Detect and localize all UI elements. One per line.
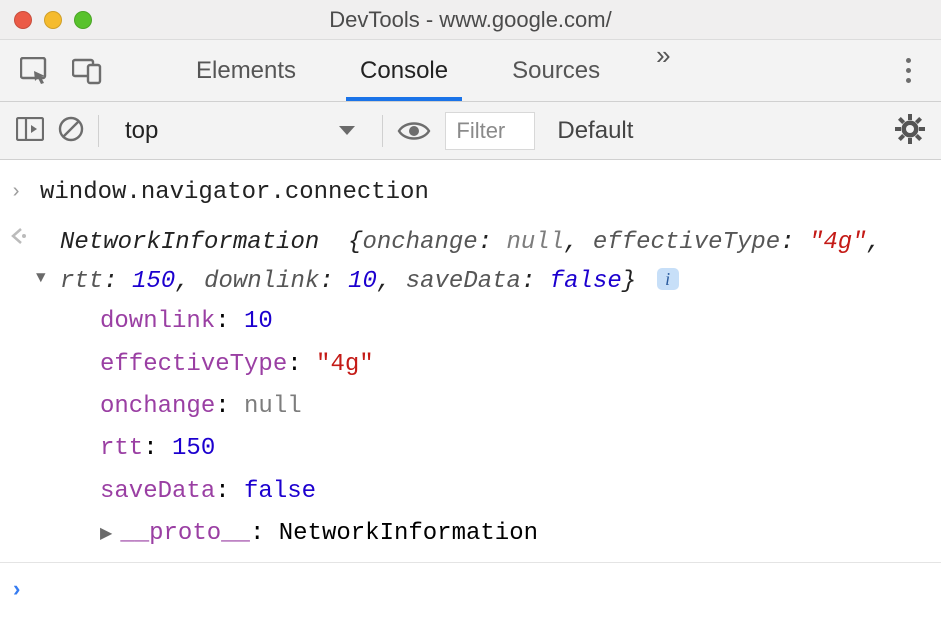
object-properties: downlink: 10 effectiveType: "4g" onchang…	[40, 301, 923, 555]
toolbar-separator	[382, 115, 383, 147]
clear-console-icon[interactable]	[58, 116, 84, 145]
object-property[interactable]: saveData: false	[100, 471, 923, 513]
settings-gear-icon[interactable]	[895, 114, 925, 147]
input-chevron-icon: ›	[10, 174, 40, 209]
object-proto[interactable]: ▶ __proto__: NetworkInformation	[100, 513, 923, 555]
main-tabbar: Elements Console Sources »	[0, 40, 941, 102]
tab-elements[interactable]: Elements	[164, 40, 328, 101]
console-output: › window.navigator.connection ▼ NetworkI…	[0, 160, 941, 618]
log-level-selector[interactable]: Default	[549, 117, 641, 145]
collapse-caret-icon[interactable]: ▶	[100, 522, 112, 548]
sidebar-toggle-icon[interactable]	[16, 117, 44, 144]
maximize-window-button[interactable]	[74, 11, 92, 29]
prompt-chevron-icon: ›	[10, 573, 40, 608]
tab-list: Elements Console Sources »	[164, 40, 695, 101]
chevron-down-icon	[338, 125, 356, 137]
live-expression-icon[interactable]	[397, 120, 431, 142]
window-titlebar: DevTools - www.google.com/	[0, 0, 941, 40]
object-property[interactable]: effectiveType: "4g"	[100, 344, 923, 386]
object-property[interactable]: onchange: null	[100, 386, 923, 428]
console-result[interactable]: ▼ NetworkInformation {onchange: null, ef…	[40, 224, 923, 555]
context-label: top	[125, 117, 158, 145]
object-property[interactable]: downlink: 10	[100, 301, 923, 343]
filter-input[interactable]	[445, 112, 535, 150]
window-controls	[14, 11, 92, 29]
object-property[interactable]: rtt: 150	[100, 428, 923, 470]
menu-kebab-icon[interactable]	[896, 58, 921, 83]
tabs-overflow-button[interactable]: »	[632, 40, 694, 101]
tab-console[interactable]: Console	[328, 40, 480, 101]
console-command[interactable]: window.navigator.connection	[40, 174, 923, 212]
window-title: DevTools - www.google.com/	[329, 7, 611, 33]
object-class-name: NetworkInformation	[60, 229, 319, 256]
minimize-window-button[interactable]	[44, 11, 62, 29]
object-summary[interactable]: ▼ NetworkInformation {onchange: null, ef…	[40, 224, 923, 301]
tab-sources[interactable]: Sources	[480, 40, 632, 101]
info-badge-icon[interactable]: i	[657, 268, 679, 290]
execution-context-selector[interactable]: top	[113, 117, 368, 145]
device-toggle-icon[interactable]	[72, 57, 102, 85]
console-prompt-row[interactable]: ›	[0, 562, 941, 618]
toolbar-separator	[98, 115, 99, 147]
console-toolbar: top Default	[0, 102, 941, 160]
close-window-button[interactable]	[14, 11, 32, 29]
console-result-row: ▼ NetworkInformation {onchange: null, ef…	[0, 218, 941, 561]
inspect-icon[interactable]	[20, 57, 50, 85]
console-input-row: › window.navigator.connection	[0, 168, 941, 218]
expand-caret-icon[interactable]: ▼	[36, 266, 46, 292]
result-chevron-icon	[10, 224, 40, 245]
